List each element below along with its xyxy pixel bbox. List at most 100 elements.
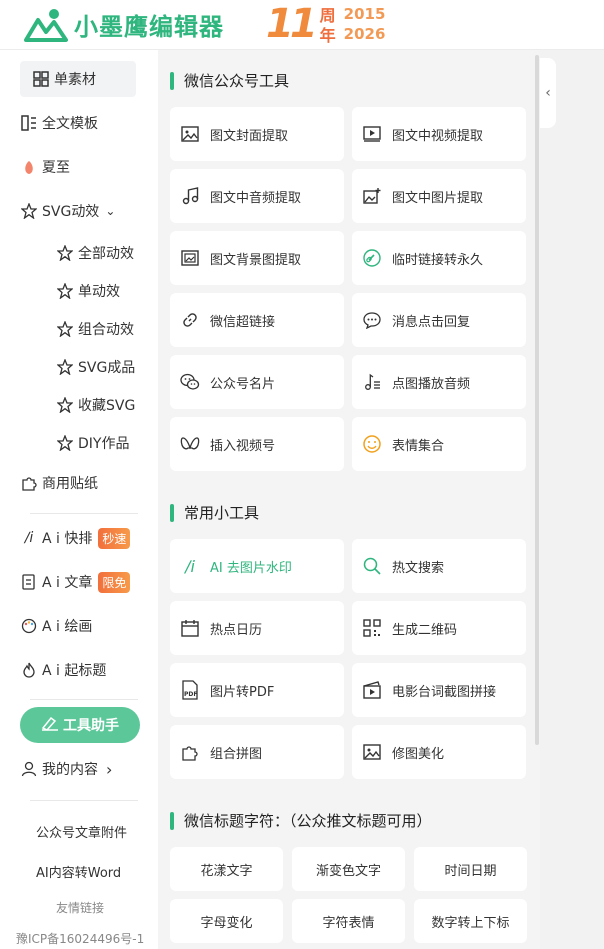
image-bg-icon <box>180 248 200 268</box>
tool-label: 表情集合 <box>392 438 445 454</box>
tool-photo-retouch[interactable]: 修图美化 <box>352 725 526 779</box>
sidebar-item-all-effects[interactable]: 全部动效 <box>56 235 134 271</box>
star-icon <box>56 320 74 338</box>
sidebar-item-diy-works[interactable]: DIY作品 <box>56 425 129 461</box>
sidebar-item-ai-typeset[interactable]: ∕i A i 快排 秒速 <box>20 520 131 556</box>
sidebar-divider <box>30 699 138 700</box>
sidebar-item-label: A i 起标题 <box>42 663 107 679</box>
top-header: 小墨鹰编辑器 11 周 2015 年 2026 <box>0 0 604 50</box>
star-icon <box>56 282 74 300</box>
sidebar-item-label: 全部动效 <box>78 246 134 262</box>
tool-combo-puzzle[interactable]: 组合拼图 <box>170 725 344 779</box>
wechat-icon <box>180 372 200 392</box>
char-tool-char-emoji[interactable]: 字符表情 <box>292 899 405 943</box>
char-tool-gradient-text[interactable]: 渐变色文字 <box>292 847 405 891</box>
document-icon <box>20 573 38 591</box>
sidebar-item-summer-solstice[interactable]: 夏至 <box>20 149 70 185</box>
icp-record[interactable]: 豫ICP备16024496号-1 <box>16 930 144 947</box>
collapse-panel-button[interactable]: ‹ <box>540 58 556 128</box>
status-badge: 秒速 <box>98 527 131 549</box>
qrcode-icon <box>362 618 382 638</box>
pdf-icon: PDF <box>180 680 200 700</box>
tool-background-extract[interactable]: 图文背景图提取 <box>170 231 344 285</box>
tool-message-reply[interactable]: 消息点击回复 <box>352 293 526 347</box>
sidebar-item-single-effect[interactable]: 单动效 <box>56 273 120 309</box>
tool-label: 插入视频号 <box>210 438 276 454</box>
sidebar-divider <box>30 800 138 801</box>
year-end: 2026 <box>343 25 386 43</box>
char-tool-datetime[interactable]: 时间日期 <box>414 847 527 891</box>
sidebar-item-label: A i 绘画 <box>42 619 93 635</box>
tool-movie-subtitle-stitch[interactable]: 电影台词截图拼接 <box>352 663 526 717</box>
sidebar-item-label: 收藏SVG <box>78 398 136 414</box>
video-icon <box>362 124 382 144</box>
sidebar-link-ai-word[interactable]: AI内容转Word <box>36 862 121 881</box>
tool-click-play-audio[interactable]: 点图播放音频 <box>352 355 526 409</box>
sidebar-item-stickers[interactable]: 商用贴纸 <box>20 465 98 501</box>
sidebar-item-svg-effects[interactable]: SVG动效 ⌄ <box>20 193 115 229</box>
music-icon <box>180 186 200 206</box>
sidebar-item-full-template[interactable]: 全文模板 <box>20 105 98 141</box>
sidebar-item-ai-article[interactable]: A i 文章 限免 <box>20 564 131 600</box>
tool-label: 热文搜索 <box>392 560 445 576</box>
tool-label: 图片转PDF <box>210 684 275 700</box>
star-icon <box>56 434 74 452</box>
anniversary-char-year: 年 <box>319 26 336 45</box>
tool-hot-calendar[interactable]: 热点日历 <box>170 601 344 655</box>
sidebar-item-ai-title[interactable]: A i 起标题 <box>20 652 106 688</box>
chain-icon <box>180 310 200 330</box>
anniversary-banner: 11 周 2015 年 2026 <box>266 2 385 46</box>
sidebar-item-single-material[interactable]: 单素材 <box>20 61 136 97</box>
char-tool-floral-text[interactable]: 花漾文字 <box>170 847 283 891</box>
logo[interactable]: 小墨鹰编辑器 <box>24 6 224 42</box>
tool-link-permanent[interactable]: 临时链接转永久 <box>352 231 526 285</box>
section-title-chars: 微信标题字符：（公众推文标题可用） <box>170 810 432 831</box>
chevron-right-icon: › <box>106 759 113 779</box>
ai-icon: ∕i <box>185 556 195 576</box>
tool-image-to-pdf[interactable]: PDF 图片转PDF <box>170 663 344 717</box>
main-scrollbar[interactable] <box>535 55 539 745</box>
image-icon <box>180 124 200 144</box>
tool-hot-article-search[interactable]: 热文搜索 <box>352 539 526 593</box>
sidebar-item-label: 单动效 <box>78 284 120 300</box>
tool-audio-extract[interactable]: 图文中音频提取 <box>170 169 344 223</box>
tool-label: 图文中图片提取 <box>392 190 484 206</box>
sidebar-item-label: 单素材 <box>54 72 96 88</box>
tool-ai-remove-watermark[interactable]: ∕i AI 去图片水印 <box>170 539 344 593</box>
anniversary-number: 11 <box>266 1 318 47</box>
sidebar-item-ai-drawing[interactable]: A i 绘画 <box>20 608 92 644</box>
section-title: 微信公众号工具 <box>184 72 290 90</box>
sidebar-item-svg-finished[interactable]: SVG成品 <box>56 349 135 385</box>
char-tool-superscript[interactable]: 数字转上下标 <box>414 899 527 943</box>
star-icon <box>56 358 74 376</box>
smile-icon <box>362 434 382 454</box>
tool-qrcode-generate[interactable]: 生成二维码 <box>352 601 526 655</box>
tool-account-card[interactable]: 公众号名片 <box>170 355 344 409</box>
tool-insert-channels[interactable]: 插入视频号 <box>170 417 344 471</box>
tool-image-extract[interactable]: 图文中图片提取 <box>352 169 526 223</box>
tool-cover-extract[interactable]: 图文封面提取 <box>170 107 344 161</box>
sidebar-link-attachments[interactable]: 公众号文章附件 <box>36 822 127 841</box>
tool-label: 图文背景图提取 <box>210 252 302 268</box>
tool-label: 消息点击回复 <box>392 314 471 330</box>
tool-label: 电影台词截图拼接 <box>392 684 497 700</box>
chevron-down-icon[interactable]: ⌄ <box>105 204 115 218</box>
sidebar-item-favorite-svg[interactable]: 收藏SVG <box>56 387 135 423</box>
sidebar-item-label: 组合动效 <box>78 322 134 338</box>
tool-assistant-button[interactable]: 工具助手 <box>20 707 140 743</box>
tool-label: 临时链接转永久 <box>392 252 484 268</box>
friend-links[interactable]: 友情链接 <box>56 899 104 916</box>
sidebar-item-my-content[interactable]: 我的内容 › <box>20 751 112 787</box>
tool-emoji-collection[interactable]: 表情集合 <box>352 417 526 471</box>
sidebar-divider <box>30 513 138 514</box>
tool-wechat-hyperlink[interactable]: 微信超链接 <box>170 293 344 347</box>
tool-video-extract[interactable]: 图文中视频提取 <box>352 107 526 161</box>
section-common-tools: 常用小工具 <box>170 502 259 523</box>
puzzle-icon <box>180 742 200 762</box>
star-icon <box>56 396 74 414</box>
image-plus-icon <box>362 186 382 206</box>
tool-label: 热点日历 <box>210 622 263 638</box>
char-tool-letter-variant[interactable]: 字母变化 <box>170 899 283 943</box>
sidebar-item-combo-effect[interactable]: 组合动效 <box>56 311 134 347</box>
brush-icon <box>41 715 59 735</box>
